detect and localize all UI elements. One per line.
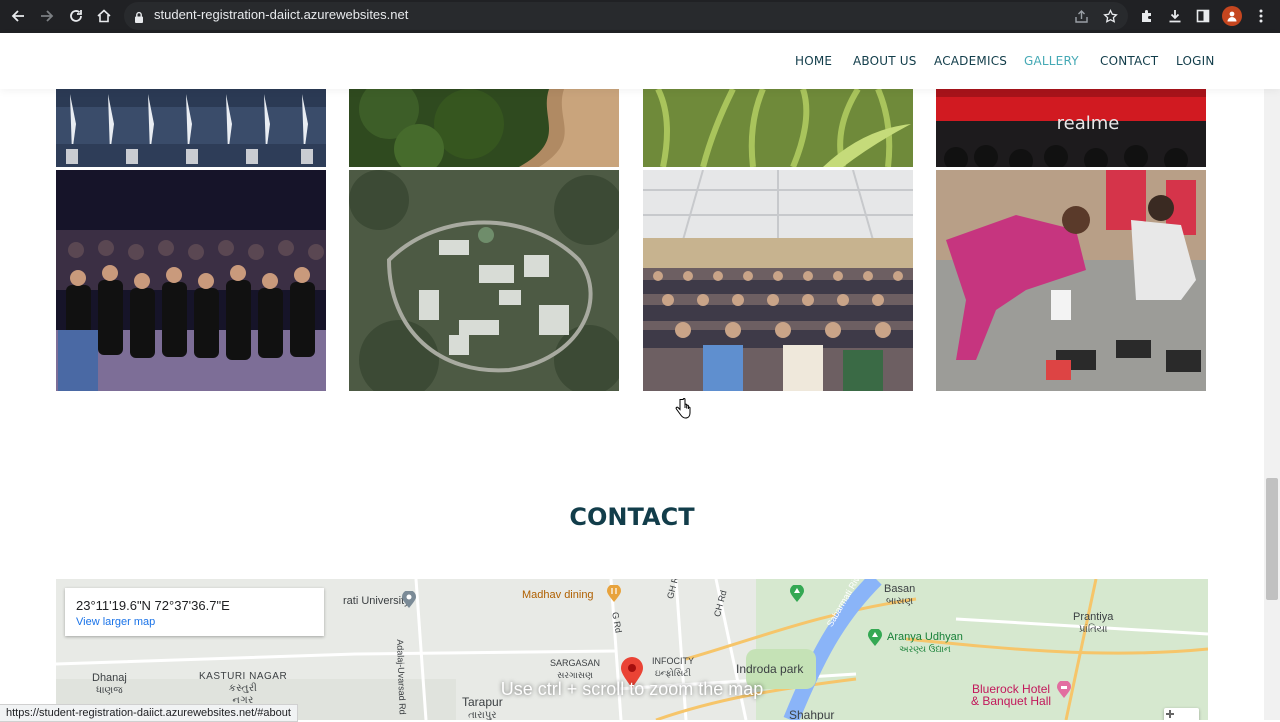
gallery-photo-campus-aerial[interactable] — [349, 170, 619, 391]
map-coordinates: 23°11'19.6"N 72°37'36.7"E — [76, 598, 230, 613]
aranya-gujarati-text: અરણ્ય ઉદ્યાન — [899, 644, 951, 654]
extensions-puzzle-icon[interactable] — [1137, 6, 1157, 26]
map-zoom-in-button[interactable] — [1164, 708, 1199, 720]
site-navbar: HOME ABOUT US ACADEMICS GALLERY CONTACT … — [0, 33, 1280, 89]
prantiya-gujarati-text: પ્રાંતિયા — [1078, 624, 1108, 635]
nav-home[interactable]: HOME — [795, 54, 832, 68]
sargasan-text: SARGASAN — [550, 658, 601, 668]
gallery-photo-forest-path[interactable] — [349, 89, 619, 167]
address-bar[interactable]: student-registration-daiict.azurewebsite… — [124, 2, 1128, 30]
nav-login[interactable]: LOGIN — [1176, 54, 1215, 68]
infocity-gujarati-text: ઇન્ફોસિટી — [654, 668, 692, 678]
gallery-photo-grass[interactable] — [643, 89, 913, 167]
bookmark-star-icon[interactable] — [1100, 6, 1120, 26]
basan-gujarati-text: બાસણ — [885, 596, 914, 607]
hand-cursor-icon — [675, 398, 691, 424]
basan-text: Basan — [884, 583, 916, 595]
stage-banner-text: realme — [1057, 113, 1120, 134]
url-text: student-registration-daiict.azurewebsite… — [154, 7, 409, 22]
gallery-photo-stage-event[interactable]: realme — [936, 89, 1206, 167]
embedded-map[interactable]: 23°11'19.6"N 72°37'36.7"E View larger ma… — [56, 579, 1208, 720]
reload-icon[interactable] — [66, 6, 86, 26]
gallery-photo-robotics-workshop[interactable] — [936, 170, 1206, 391]
gallery-photo-crowd-group[interactable] — [56, 170, 326, 391]
map-label-university: rati University — [343, 595, 410, 607]
page-scrollbar-track[interactable] — [1264, 89, 1280, 720]
map-info-card: 23°11'19.6"N 72°37'36.7"E View larger ma… — [65, 588, 324, 636]
page-scrollbar-thumb[interactable] — [1266, 478, 1278, 600]
back-arrow-icon[interactable] — [8, 6, 28, 26]
map-label-aranya: Aranya Udhyan અરણ્ય ઉદ્યાન — [887, 631, 963, 655]
share-icon[interactable] — [1071, 6, 1091, 26]
view-larger-map-link[interactable]: View larger map — [76, 616, 155, 628]
download-icon[interactable] — [1165, 6, 1185, 26]
side-panel-icon[interactable] — [1193, 6, 1213, 26]
tarapur-gujarati-text: તારાપુર — [468, 710, 497, 720]
nav-gallery[interactable]: GALLERY — [1024, 54, 1079, 68]
map-label-shahpur: Shahpur — [789, 708, 835, 720]
nav-academics[interactable]: ACADEMICS — [934, 54, 1007, 68]
gallery-grid: realme — [0, 89, 1280, 391]
profile-avatar-icon[interactable] — [1222, 6, 1242, 26]
nav-contact[interactable]: CONTACT — [1100, 54, 1158, 68]
status-bar-url: https://student-registration-daiict.azur… — [0, 704, 298, 722]
forward-arrow-icon[interactable] — [37, 6, 57, 26]
gallery-photo-auditorium[interactable] — [643, 170, 913, 391]
menu-kebab-icon[interactable] — [1251, 6, 1271, 26]
map-label-sargasan: SARGASAN સરગાસણ — [550, 657, 600, 681]
nav-about-us[interactable]: ABOUT US — [853, 54, 917, 68]
map-label-indroda: Indroda park — [736, 662, 804, 676]
prantiya-text: Prantiya — [1073, 611, 1114, 623]
gallery-photo-graduates[interactable] — [56, 89, 326, 167]
infocity-text: INFOCITY — [652, 656, 694, 666]
browser-toolbar: student-registration-daiict.azurewebsite… — [0, 0, 1280, 33]
map-label-prantiya: Prantiya પ્રાંતિયા — [1073, 611, 1113, 636]
aranya-text: Aranya Udhyan — [887, 631, 963, 643]
home-icon[interactable] — [94, 6, 114, 26]
map-label-madhav: Madhav dining — [522, 589, 594, 601]
map-zoom-hint: Use ctrl + scroll to zoom the map — [500, 679, 764, 699]
contact-heading: CONTACT — [569, 503, 695, 531]
map-label-basan: Basan બાસણ — [884, 583, 915, 608]
lock-icon[interactable] — [134, 9, 144, 28]
map-label-infocity: INFOCITY ઇન્ફોસિટી — [652, 655, 694, 679]
